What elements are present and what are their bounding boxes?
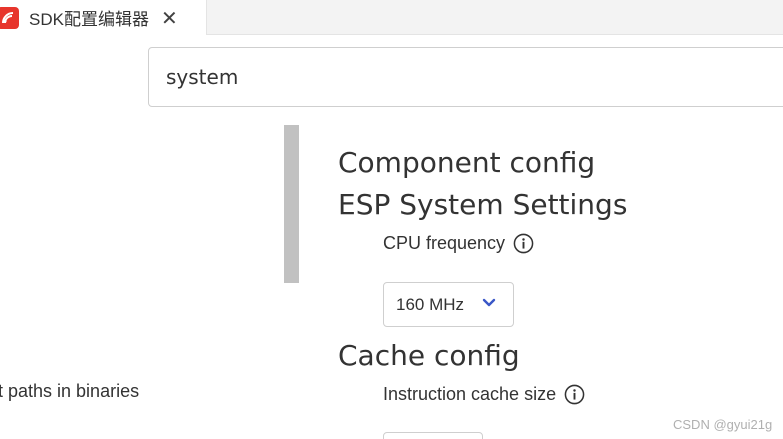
cpu-frequency-option: CPU frequency <box>383 233 534 254</box>
tab-sdk-config-editor[interactable]: SDK配置编辑器 ✕ <box>0 0 207 35</box>
close-icon[interactable]: ✕ <box>161 8 178 28</box>
search-input[interactable] <box>148 47 783 107</box>
espressif-logo-icon <box>0 6 19 29</box>
instruction-cache-option: Instruction cache size <box>383 384 585 405</box>
cpu-frequency-label: CPU frequency <box>383 233 506 253</box>
cache-config-title: Cache config <box>338 339 520 372</box>
tab-bar: SDK配置编辑器 ✕ <box>0 0 783 35</box>
cpu-frequency-select[interactable]: 160 MHz <box>383 282 514 327</box>
section-title: Component config <box>338 146 596 179</box>
watermark: CSDN @gyui21g <box>673 417 773 432</box>
cpu-frequency-value: 160 MHz <box>396 294 465 314</box>
subsection-title: ESP System Settings <box>338 188 628 221</box>
sidebar-item-partial[interactable]: t paths in binaries <box>0 381 139 402</box>
instruction-cache-label: Instruction cache size <box>383 384 557 404</box>
tab-title: SDK配置编辑器 <box>29 10 149 29</box>
sdk-config-editor: SDK配置编辑器 ✕ t paths in binaries Component… <box>0 0 783 439</box>
info-icon[interactable] <box>513 233 534 254</box>
instruction-cache-select[interactable] <box>383 432 483 439</box>
chevron-down-icon <box>482 298 496 307</box>
scrollbar-thumb[interactable] <box>284 125 299 283</box>
info-icon[interactable] <box>564 384 585 405</box>
